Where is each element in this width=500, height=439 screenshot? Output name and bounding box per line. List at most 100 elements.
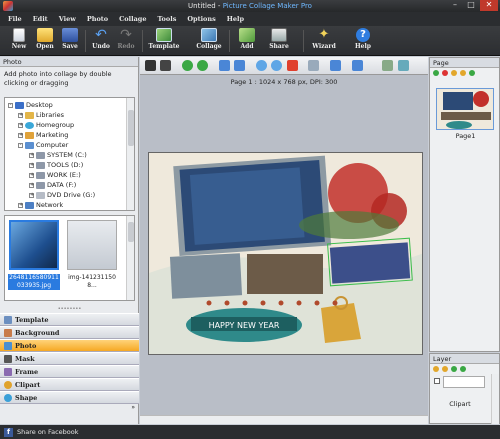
- send-back-icon[interactable]: [234, 60, 245, 71]
- page-down-icon[interactable]: [469, 70, 475, 76]
- computer-icon: [25, 141, 34, 149]
- layer-up-icon[interactable]: [433, 366, 439, 372]
- zoom-icon[interactable]: [398, 60, 409, 71]
- photo-thumbnail[interactable]: [9, 220, 59, 270]
- menu-options[interactable]: Options: [187, 15, 215, 23]
- more-categories-button[interactable]: »: [0, 404, 139, 413]
- category-mask[interactable]: Mask: [0, 352, 139, 365]
- crop-tool-icon[interactable]: [160, 60, 171, 71]
- tree-item-marketing[interactable]: + Marketing: [18, 130, 68, 140]
- expand-toggle-icon[interactable]: +: [29, 162, 34, 168]
- align-left-icon[interactable]: [330, 60, 341, 71]
- save-button[interactable]: Save: [57, 28, 83, 50]
- title-bar: Untitled - Picture Collage Maker Pro – □…: [0, 0, 500, 12]
- delete-page-icon[interactable]: [442, 70, 448, 76]
- minimize-button[interactable]: –: [448, 0, 462, 11]
- collapse-toggle-icon[interactable]: -: [18, 142, 23, 148]
- tree-item-homegroup[interactable]: + Homegroup: [18, 120, 74, 130]
- open-button[interactable]: Open: [32, 28, 58, 50]
- expand-toggle-icon[interactable]: +: [18, 202, 23, 208]
- layer-panel: Layer Clipart: [429, 353, 500, 424]
- template-button[interactable]: Template: [149, 28, 179, 50]
- add-page-icon[interactable]: [433, 70, 439, 76]
- photo-frame-3[interactable]: [329, 242, 411, 284]
- layer-scrollbar[interactable]: [491, 374, 499, 424]
- menu-tools[interactable]: Tools: [157, 15, 176, 23]
- move-up-icon[interactable]: [182, 60, 193, 71]
- expand-toggle-icon[interactable]: +: [29, 172, 34, 178]
- rotate-left-icon[interactable]: [256, 60, 267, 71]
- add-button[interactable]: Add: [234, 28, 260, 50]
- menu-view[interactable]: View: [59, 15, 76, 23]
- collapse-toggle-icon[interactable]: -: [8, 102, 13, 108]
- bring-front-icon[interactable]: [219, 60, 230, 71]
- share-button[interactable]: Share: [266, 28, 292, 50]
- maximize-button[interactable]: □: [464, 0, 478, 11]
- copy-page-icon[interactable]: [451, 70, 457, 76]
- page-up-icon[interactable]: [460, 70, 466, 76]
- scrollbar-thumb[interactable]: [128, 222, 134, 242]
- layer-down-icon[interactable]: [442, 366, 448, 372]
- photo-frame-1[interactable]: [169, 253, 243, 299]
- facebook-icon[interactable]: f: [4, 427, 13, 437]
- page-thumbnail[interactable]: [436, 88, 494, 130]
- photo-frame-2[interactable]: [247, 254, 323, 294]
- rotate-right-icon[interactable]: [271, 60, 282, 71]
- category-background[interactable]: Background: [0, 326, 139, 339]
- share-facebook-link[interactable]: Share on Facebook: [17, 428, 79, 436]
- menu-edit[interactable]: Edit: [33, 15, 48, 23]
- expand-toggle-icon[interactable]: +: [29, 192, 34, 198]
- fit-page-icon[interactable]: [308, 60, 319, 71]
- expand-toggle-icon[interactable]: +: [29, 182, 34, 188]
- delete-icon[interactable]: [287, 60, 298, 71]
- photo-caption[interactable]: img-1412311508...: [66, 274, 118, 290]
- tree-item-tools-drive[interactable]: + TOOLS (D:): [29, 160, 83, 170]
- layer-label[interactable]: Clipart: [430, 400, 490, 408]
- help-button[interactable]: ? Help: [350, 28, 376, 50]
- wizard-button[interactable]: ✦ Wizard: [309, 28, 339, 51]
- expand-toggle-icon[interactable]: +: [18, 112, 23, 118]
- save-disk-icon: [62, 28, 78, 42]
- category-shape[interactable]: Shape: [0, 391, 139, 404]
- tree-item-data-drive[interactable]: + DATA (F:): [29, 180, 76, 190]
- category-frame[interactable]: Frame: [0, 365, 139, 378]
- move-down-icon[interactable]: [197, 60, 208, 71]
- select-tool-icon[interactable]: [145, 60, 156, 71]
- undo-button[interactable]: ↶ Undo: [88, 28, 114, 50]
- menu-file[interactable]: File: [8, 15, 22, 23]
- properties-icon[interactable]: [382, 60, 393, 71]
- layer-top-icon[interactable]: [451, 366, 457, 372]
- layer-thumbnail[interactable]: [443, 376, 485, 388]
- close-button[interactable]: ✕: [480, 0, 498, 11]
- tree-item-computer[interactable]: - Computer: [18, 140, 68, 150]
- photo-caption[interactable]: 2648116580911033935.jpg: [8, 274, 60, 290]
- tree-item-libraries[interactable]: + Libraries: [18, 110, 64, 120]
- menu-help[interactable]: Help: [227, 15, 244, 23]
- menu-collage[interactable]: Collage: [119, 15, 146, 23]
- folder-tree[interactable]: - Desktop + Libraries + Homegroup + Mark…: [4, 97, 135, 211]
- category-photo[interactable]: Photo: [0, 339, 139, 352]
- new-button[interactable]: New: [6, 28, 32, 50]
- expand-toggle-icon[interactable]: +: [18, 132, 23, 138]
- collage-canvas[interactable]: HAPPY NEW YEAR: [148, 152, 423, 355]
- tree-item-work-drive[interactable]: + WORK (E:): [29, 170, 81, 180]
- layer-visibility-checkbox[interactable]: [434, 378, 440, 384]
- canvas-scrollbar[interactable]: [140, 415, 428, 424]
- expand-toggle-icon[interactable]: +: [18, 122, 23, 128]
- collage-button[interactable]: Collage: [194, 28, 224, 50]
- category-template[interactable]: Template: [0, 313, 139, 326]
- menu-photo[interactable]: Photo: [87, 15, 108, 23]
- expand-toggle-icon[interactable]: +: [29, 152, 34, 158]
- scrollbar-thumb[interactable]: [128, 110, 134, 146]
- align-center-icon[interactable]: [352, 60, 363, 71]
- photo-thumbnail[interactable]: [67, 220, 117, 270]
- redo-button[interactable]: ↷ Redo: [113, 28, 139, 50]
- category-clipart[interactable]: Clipart: [0, 378, 139, 391]
- tree-item-desktop[interactable]: - Desktop: [8, 100, 53, 110]
- thumbnails-scrollbar[interactable]: [126, 216, 134, 300]
- layer-bottom-icon[interactable]: [460, 366, 466, 372]
- tree-item-dvd-drive[interactable]: + DVD Drive (G:): [29, 190, 95, 200]
- tree-item-network[interactable]: + Network: [18, 200, 63, 210]
- tree-item-system-drive[interactable]: + SYSTEM (C:): [29, 150, 87, 160]
- tree-scrollbar[interactable]: [126, 98, 134, 210]
